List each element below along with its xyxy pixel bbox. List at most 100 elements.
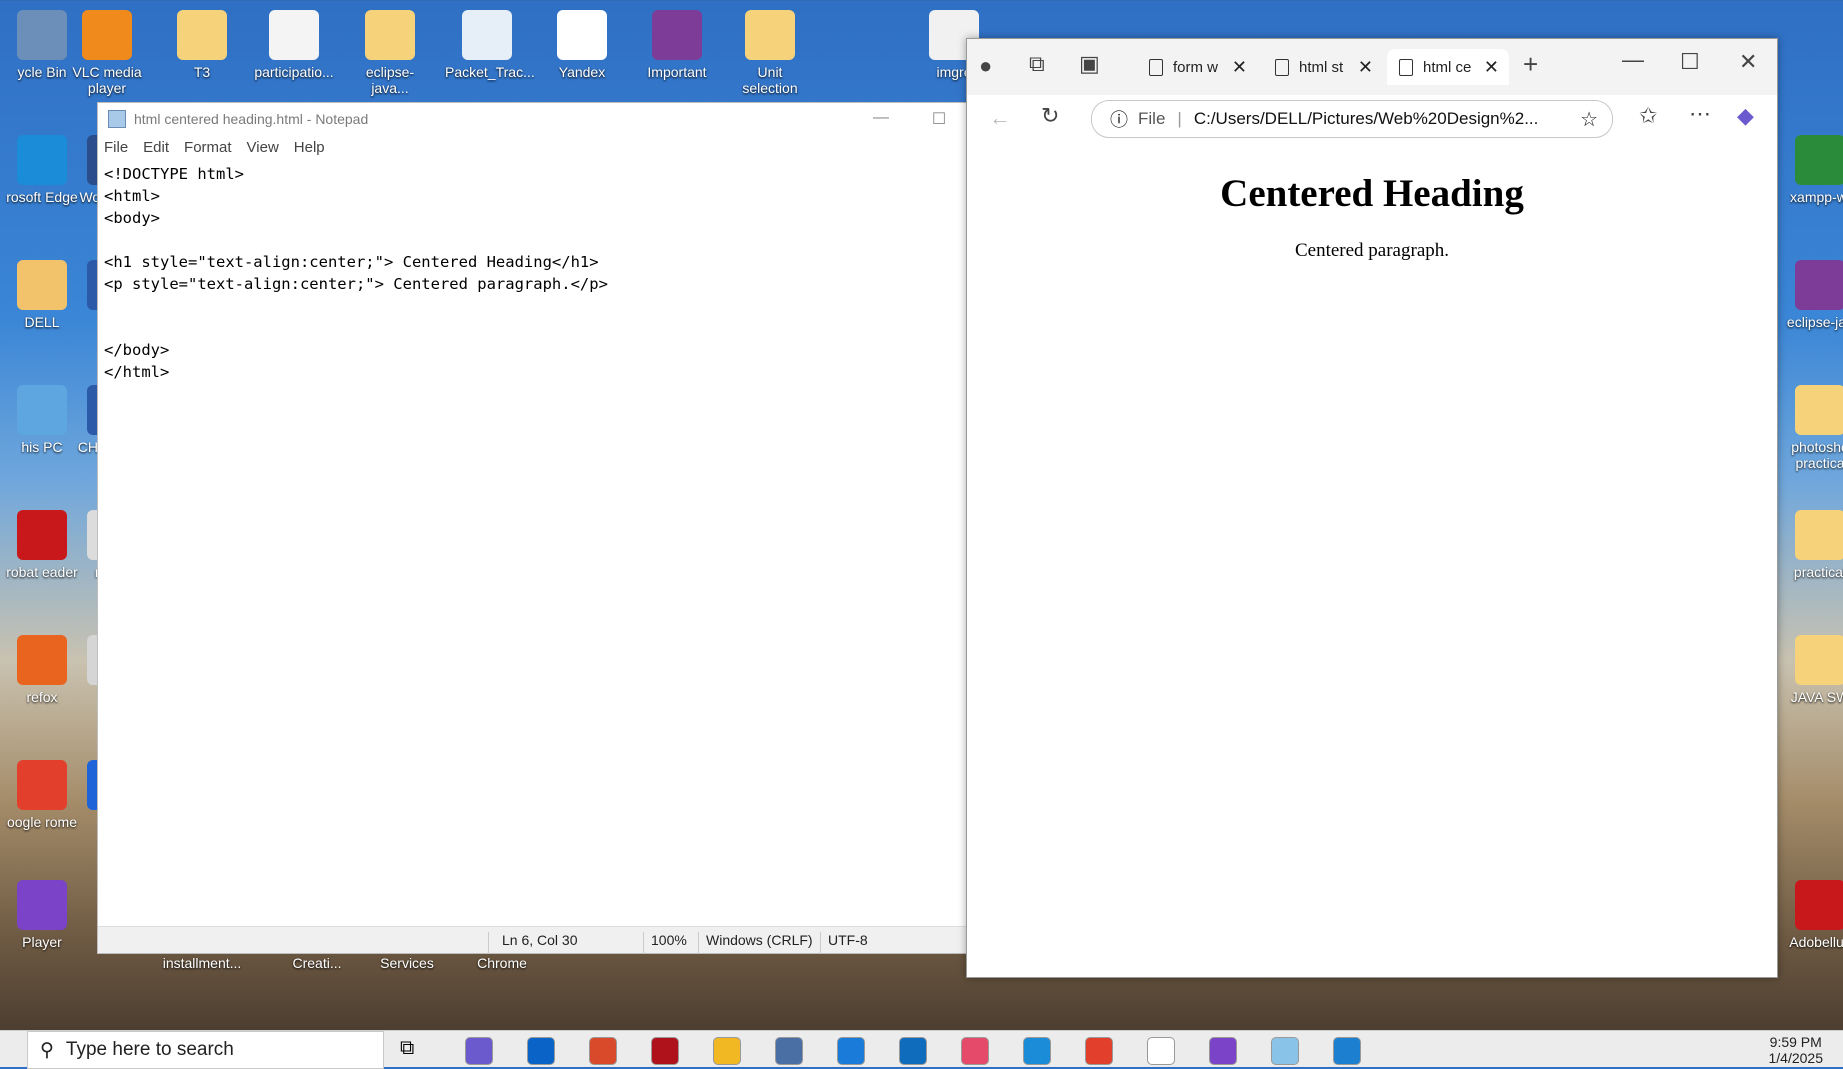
url-text[interactable]: C:/Users/DELL/Pictures/Web%20Design%2... <box>1194 109 1539 129</box>
desktop-icon[interactable]: Unit selection <box>728 10 812 96</box>
desktop-icon-label: practical <box>1793 564 1843 580</box>
desktop-icon-label: Adobellus <box>1789 934 1843 950</box>
maximize-icon[interactable]: ☐ <box>1680 49 1700 75</box>
desktop-icon-image <box>1795 260 1843 310</box>
chrome-icon[interactable] <box>1085 1037 1113 1065</box>
back-icon[interactable]: ← <box>989 105 1011 131</box>
close-tab-icon[interactable]: ✕ <box>1232 57 1247 78</box>
menu-file[interactable]: File <box>104 139 128 156</box>
desktop-icon[interactable]: Packet_Trac... <box>445 10 535 80</box>
search-icon: ⚲ <box>40 1039 54 1061</box>
refresh-icon[interactable]: ↻ <box>1041 103 1059 129</box>
desktop-icon[interactable]: Player <box>0 880 84 950</box>
profile-icon[interactable]: ● <box>979 53 992 79</box>
address-bar[interactable]: ⓘ File | C:/Users/DELL/Pictures/Web%20De… <box>1091 100 1613 138</box>
mail-icon[interactable] <box>837 1037 865 1065</box>
task-view-icon[interactable]: ⧉ <box>400 1037 414 1060</box>
minimize-icon[interactable]: — <box>852 109 910 129</box>
desktop-icon-image <box>745 10 795 60</box>
desktop-icon-image <box>1795 385 1843 435</box>
outlook-icon[interactable] <box>527 1037 555 1065</box>
menu-help[interactable]: Help <box>294 139 325 156</box>
edge-icon[interactable] <box>1023 1037 1051 1065</box>
copilot-icon[interactable] <box>465 1037 493 1065</box>
desktop-icon[interactable]: eclipse-jav <box>1778 260 1843 330</box>
tab-title: html ce <box>1423 58 1472 76</box>
desktop-icon[interactable]: VLC media player <box>65 10 149 96</box>
system-clock[interactable]: 9:59 PM 1/4/2025 <box>1769 1034 1824 1066</box>
desktop-icon-image <box>17 510 67 560</box>
desktop-icon-label: Important <box>647 64 707 80</box>
notepad-menu-bar: File Edit Format View Help <box>98 135 968 159</box>
desktop-icon-label: Player <box>22 934 62 950</box>
desktop-icon-image <box>557 10 607 60</box>
desktop-icon-label: Yandex <box>558 64 606 80</box>
collections-icon[interactable]: ⧉ <box>1029 51 1045 77</box>
tab-bar: ● ⧉ ▣ form w ✕ html st ✕ html ce ✕ + — ☐… <box>967 39 1777 95</box>
menu-edit[interactable]: Edit <box>143 139 169 156</box>
desktop-icon[interactable]: practical <box>1778 510 1843 580</box>
desktop-icon[interactable]: Adobellus <box>1778 880 1843 950</box>
desktop-icon-label: participatio... <box>254 64 334 80</box>
minimize-icon[interactable]: — <box>1622 47 1644 73</box>
taskbar: ⚲ Type here to search ⧉ 9:59 PM 1/4/2025 <box>0 1030 1843 1069</box>
search-box[interactable]: ⚲ Type here to search <box>27 1031 384 1069</box>
desktop-icon-label[interactable]: Creati... <box>275 955 359 971</box>
desktop-icon[interactable]: eclipse-java... <box>348 10 432 96</box>
tab-html-centered[interactable]: html ce ✕ <box>1387 49 1509 85</box>
notepad-title-bar[interactable]: html centered heading.html - Notepad — ☐ <box>98 103 968 135</box>
page-heading: Centered Heading <box>1220 172 1524 215</box>
desktop-icon[interactable]: Important <box>635 10 719 80</box>
desktop-icon-label[interactable]: Services <box>365 955 449 971</box>
desktop-icon-label: Packet_Trac... <box>445 64 535 80</box>
file-explorer-icon[interactable] <box>713 1037 741 1065</box>
desktop-icon[interactable]: photosho practica <box>1778 385 1843 471</box>
web-page: Centered Heading Centered paragraph. <box>973 145 1771 971</box>
desktop-icon[interactable]: xampp-wi <box>1778 135 1843 205</box>
yandex-icon[interactable] <box>1147 1037 1175 1065</box>
paint-icon[interactable] <box>1333 1037 1361 1065</box>
close-icon[interactable]: ✕ <box>1739 49 1757 75</box>
desktop-icon-image <box>1795 135 1843 185</box>
info-icon[interactable]: ⓘ <box>1110 106 1128 132</box>
desktop-icon-label[interactable]: installment... <box>160 955 244 971</box>
notepad-text-area[interactable]: <!DOCTYPE html> <html> <body> <h1 style=… <box>104 163 968 927</box>
menu-view[interactable]: View <box>247 139 279 156</box>
search-placeholder: Type here to search <box>65 1039 234 1060</box>
favorites-icon[interactable]: ✩ <box>1639 103 1657 129</box>
document-icon <box>1399 58 1413 76</box>
desktop-icon-image <box>17 10 67 60</box>
tab-title: form w <box>1173 58 1218 76</box>
status-encoding: UTF-8 <box>828 932 868 948</box>
desktop-icon-label: JAVA SW <box>1790 689 1843 705</box>
ecu-icon[interactable] <box>651 1037 679 1065</box>
desktop-icon[interactable]: Yandex <box>540 10 624 80</box>
desktop-icon-image <box>269 10 319 60</box>
menu-format[interactable]: Format <box>184 139 232 156</box>
desktop-icon-label: T3 <box>193 64 211 80</box>
tab-html-styles[interactable]: html st ✕ <box>1263 49 1383 85</box>
desktop-icon[interactable]: T3 <box>160 10 244 80</box>
red-app-icon[interactable] <box>589 1037 617 1065</box>
close-tab-icon[interactable]: ✕ <box>1484 57 1499 78</box>
desktop-icon-image <box>1795 635 1843 685</box>
favorite-star-icon[interactable]: ☆ <box>1580 107 1598 132</box>
more-options-icon[interactable]: ⋯ <box>1689 101 1711 127</box>
copilot-icon[interactable]: ◆ <box>1737 103 1754 129</box>
azure-icon[interactable] <box>899 1037 927 1065</box>
close-tab-icon[interactable]: ✕ <box>1358 57 1373 78</box>
status-position: Ln 6, Col 30 <box>502 932 578 948</box>
desktop-icon[interactable]: JAVA SW <box>1778 635 1843 705</box>
desktop-icon-image <box>17 385 67 435</box>
desktop-icon-image <box>1795 880 1843 930</box>
tab-form[interactable]: form w ✕ <box>1137 49 1257 85</box>
mask-app-icon[interactable] <box>1209 1037 1237 1065</box>
calculator-icon[interactable] <box>775 1037 803 1065</box>
desktop-icon-label[interactable]: Chrome <box>460 955 544 971</box>
maximize-icon[interactable]: ☐ <box>910 109 968 129</box>
notepad-icon[interactable] <box>1271 1037 1299 1065</box>
new-tab-icon[interactable]: + <box>1523 49 1538 80</box>
desktop-icon[interactable]: participatio... <box>252 10 336 80</box>
snipping-icon[interactable] <box>961 1037 989 1065</box>
vertical-tabs-icon[interactable]: ▣ <box>1079 51 1100 77</box>
